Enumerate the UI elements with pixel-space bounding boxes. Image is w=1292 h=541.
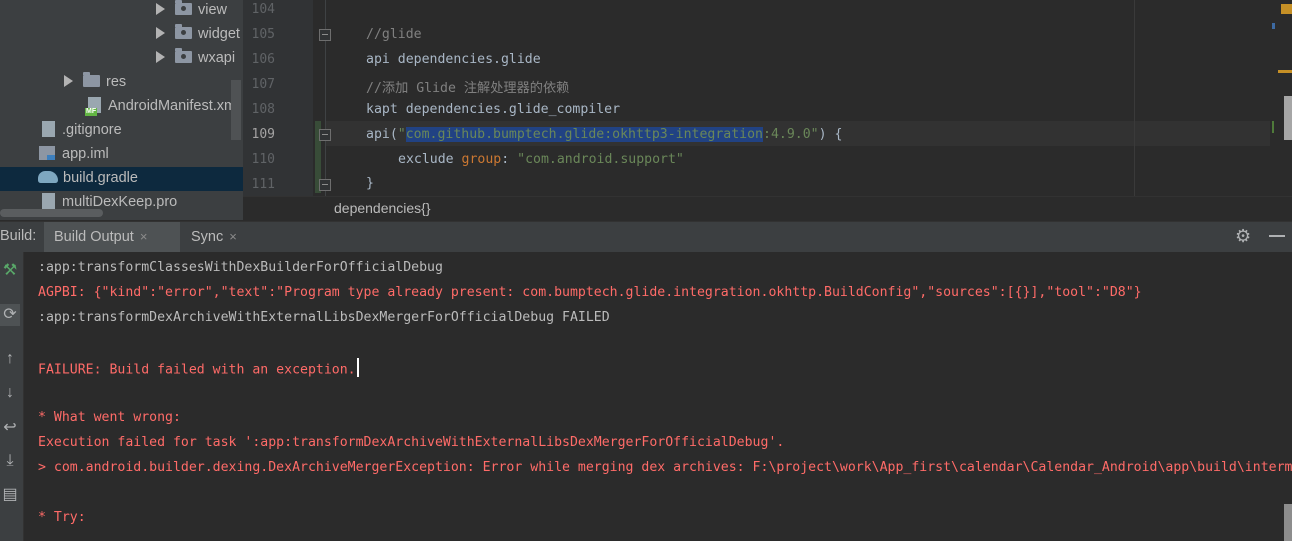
close-icon[interactable]: × (140, 222, 148, 251)
text-file-icon (42, 121, 55, 138)
tree-vertical-scrollbar[interactable] (231, 80, 241, 140)
line-number: 110 (251, 152, 275, 167)
change-stripe-mark[interactable] (1272, 121, 1274, 133)
warning-stripe-mark[interactable] (1278, 70, 1292, 73)
console-line: :app:transformDexArchiveWithExternalLibs… (38, 310, 610, 325)
res-folder-icon (83, 72, 100, 88)
tree-item-label: build.gradle (63, 170, 138, 186)
code-line-111: } (366, 176, 374, 191)
tree-item-android-manifest[interactable]: MF AndroidManifest.xml (85, 95, 240, 119)
tree-item-view[interactable]: view (156, 0, 227, 23)
console-scrollbar[interactable] (1284, 504, 1292, 541)
code-token-string: "com.android.support" (517, 152, 684, 167)
code-line-107: //添加 Glide 注解处理器的依赖 (366, 81, 570, 96)
code-line-105: //glide (366, 27, 422, 42)
tree-item-label: multiDexKeep.pro (62, 194, 178, 210)
code-token: exclude (398, 152, 462, 167)
expand-arrow-icon[interactable] (156, 3, 165, 16)
tab-build-output[interactable]: Build Output × (44, 222, 180, 252)
console-line-error: > com.android.builder.dexing.DexArchiveM… (38, 460, 1292, 475)
build-window-title: Build: (0, 228, 37, 244)
code-editor[interactable]: 104 105 106 107 108 109 110 111 //glide … (243, 0, 1292, 196)
soft-wrap-icon[interactable]: ↩ (0, 417, 20, 439)
console-line-error: AGPBI: {"kind":"error","text":"Program t… (38, 285, 1142, 300)
code-line-110: exclude group: "com.android.support" (398, 152, 684, 167)
tree-item-label: .gitignore (62, 122, 122, 138)
tree-item-label: view (198, 2, 228, 18)
code-token-string: :4.9.0" (763, 127, 819, 142)
code-line-108: kapt dependencies.glide_compiler (366, 102, 621, 117)
code-selection: com.github.bumptech.glide:okhttp3-integr… (405, 127, 763, 142)
expand-arrow-icon[interactable] (156, 27, 165, 40)
tab-label: Build Output (54, 229, 134, 245)
gradle-elephant-icon (38, 171, 58, 184)
build-toolbar: ⚒ ⟳ ↑ ↓ ↩ ⤓ ▤ (0, 252, 24, 541)
tree-item-label: wxapi (198, 50, 236, 66)
build-console-output[interactable]: :app:transformClassesWithDexBuilderForOf… (24, 252, 1292, 541)
module-file-icon (39, 146, 55, 161)
line-number: 105 (251, 27, 275, 42)
code-token: : (501, 152, 518, 167)
code-line-109: api("com.github.bumptech.glide:okhttp3-i… (366, 127, 842, 142)
tree-item-label: app.iml (62, 146, 109, 162)
tab-label: Sync (191, 229, 224, 245)
build-window-header: Build: Build Output × Sync × ⚙ (0, 221, 1292, 253)
tree-item-label: res (106, 74, 127, 90)
fold-marker-icon[interactable] (319, 129, 331, 141)
rerun-icon[interactable]: ⟳ (0, 304, 20, 326)
breadcrumb-item[interactable]: dependencies{} (334, 200, 431, 216)
line-number: 111 (251, 177, 275, 192)
down-arrow-icon[interactable]: ↓ (0, 382, 20, 404)
fold-marker-icon[interactable] (319, 29, 331, 41)
code-line-106: api dependencies.glide (366, 52, 541, 67)
tree-item-widget[interactable]: widget (156, 23, 240, 47)
warning-indicator-icon[interactable] (1281, 4, 1292, 14)
tree-item-gitignore[interactable]: .gitignore (42, 119, 122, 143)
folder-icon (175, 48, 192, 64)
failure-message: FAILURE: Build failed with an exception. (38, 362, 356, 378)
gear-icon[interactable]: ⚙ (1235, 227, 1253, 245)
tree-horizontal-scrollbar[interactable] (0, 209, 103, 217)
up-arrow-icon[interactable]: ↑ (0, 348, 20, 370)
line-number: 108 (251, 102, 275, 117)
code-token-named-arg: group (461, 152, 502, 167)
manifest-file-icon: MF (85, 97, 101, 117)
tree-item-build-gradle[interactable]: build.gradle (38, 167, 138, 191)
close-icon[interactable]: × (229, 222, 237, 251)
folder-icon (175, 24, 192, 40)
console-line: :app:transformClassesWithDexBuilderForOf… (38, 260, 443, 275)
tree-item-res[interactable]: res (64, 71, 126, 95)
text-file-icon (42, 193, 55, 210)
editor-scrollbar[interactable] (1284, 96, 1292, 140)
text-caret (356, 358, 359, 377)
console-line-error: Execution failed for task ':app:transfor… (38, 435, 785, 450)
line-number-current: 109 (251, 127, 275, 142)
right-margin-guide (1134, 0, 1135, 196)
tree-item-label: AndroidManifest.xml (108, 98, 240, 114)
hammer-icon[interactable]: ⚒ (0, 260, 20, 282)
code-token-string: " (397, 127, 406, 142)
minimize-icon[interactable] (1269, 235, 1285, 237)
code-token: ) { (818, 127, 843, 142)
folder-icon (175, 0, 192, 16)
console-line-error: FAILURE: Build failed with an exception. (38, 358, 359, 379)
tree-item-label: widget (198, 26, 240, 42)
project-tree: view widget wxapi res MF AndroidManifest.… (0, 0, 243, 220)
console-line-error: * Try: (38, 510, 86, 525)
editor-breadcrumb[interactable]: dependencies{} (243, 196, 1292, 221)
info-stripe-mark[interactable] (1272, 23, 1275, 29)
code-token: api( (366, 127, 398, 142)
console-line-error: * What went wrong: (38, 410, 181, 425)
tab-sync[interactable]: Sync × (181, 222, 261, 252)
fold-marker-icon[interactable] (319, 179, 331, 191)
tree-item-wxapi[interactable]: wxapi (156, 47, 235, 71)
print-icon[interactable]: ▤ (0, 484, 20, 506)
tree-item-app-iml[interactable]: app.iml (39, 143, 109, 167)
line-number: 106 (251, 52, 275, 67)
scroll-to-end-icon[interactable]: ⤓ (0, 450, 20, 472)
line-number: 107 (251, 77, 275, 92)
expand-arrow-icon[interactable] (64, 75, 73, 88)
expand-arrow-icon[interactable] (156, 51, 165, 64)
line-number: 104 (251, 2, 275, 17)
